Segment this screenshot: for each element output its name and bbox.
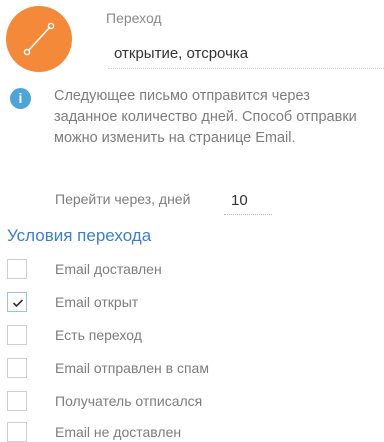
checkbox-label-email-spam: Email отправлен в спам: [55, 360, 209, 376]
transition-name-value[interactable]: открытие, отсрочка: [114, 45, 248, 62]
checkbox-email-not-delivered[interactable]: [7, 422, 27, 442]
checkbox-label-email-not-delivered: Email не доставлен: [55, 424, 182, 440]
info-text: Следующее письмо отправится через заданн…: [54, 88, 357, 146]
delay-days-input[interactable]: 10: [224, 188, 272, 215]
delay-days-value[interactable]: 10: [231, 192, 248, 209]
transition-name-field[interactable]: открытие, отсрочка: [108, 40, 384, 69]
delay-label: Перейти через, дней: [55, 191, 191, 207]
checkbox-email-opened[interactable]: [7, 292, 27, 312]
checkbox-label-has-click: Есть переход: [55, 327, 142, 343]
checkbox-has-click[interactable]: [7, 325, 27, 345]
transition-label: Переход: [106, 10, 162, 26]
checkbox-label-email-opened: Email открыт: [55, 294, 139, 310]
checkbox-label-recipient-unsubscribed: Получатель отписался: [55, 393, 203, 409]
info-icon: i: [10, 88, 31, 109]
conditions-title: Условия перехода: [7, 226, 152, 245]
transition-icon-badge: [6, 6, 72, 72]
checkmark-icon: [12, 299, 24, 308]
checkbox-email-spam[interactable]: [7, 358, 27, 378]
connector-line-icon: [23, 22, 55, 56]
checkbox-recipient-unsubscribed[interactable]: [7, 391, 27, 411]
checkbox-email-delivered[interactable]: [7, 259, 27, 279]
checkbox-label-email-delivered: Email доставлен: [55, 261, 162, 277]
